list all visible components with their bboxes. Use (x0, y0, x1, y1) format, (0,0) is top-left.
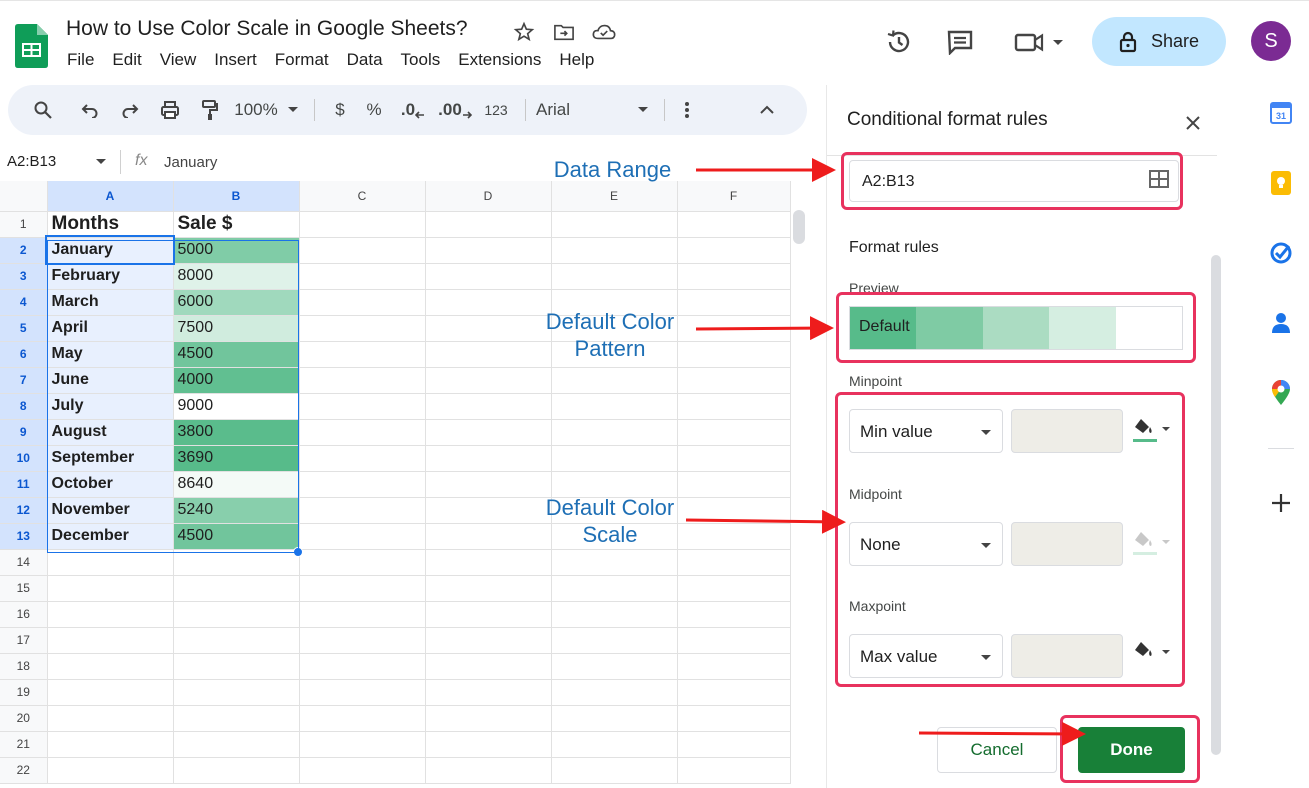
arrow-done (918, 721, 1086, 746)
annotation-arrows (685, 158, 1086, 746)
arrow-color-scale (685, 509, 846, 534)
arrow-color-pattern (695, 316, 834, 341)
